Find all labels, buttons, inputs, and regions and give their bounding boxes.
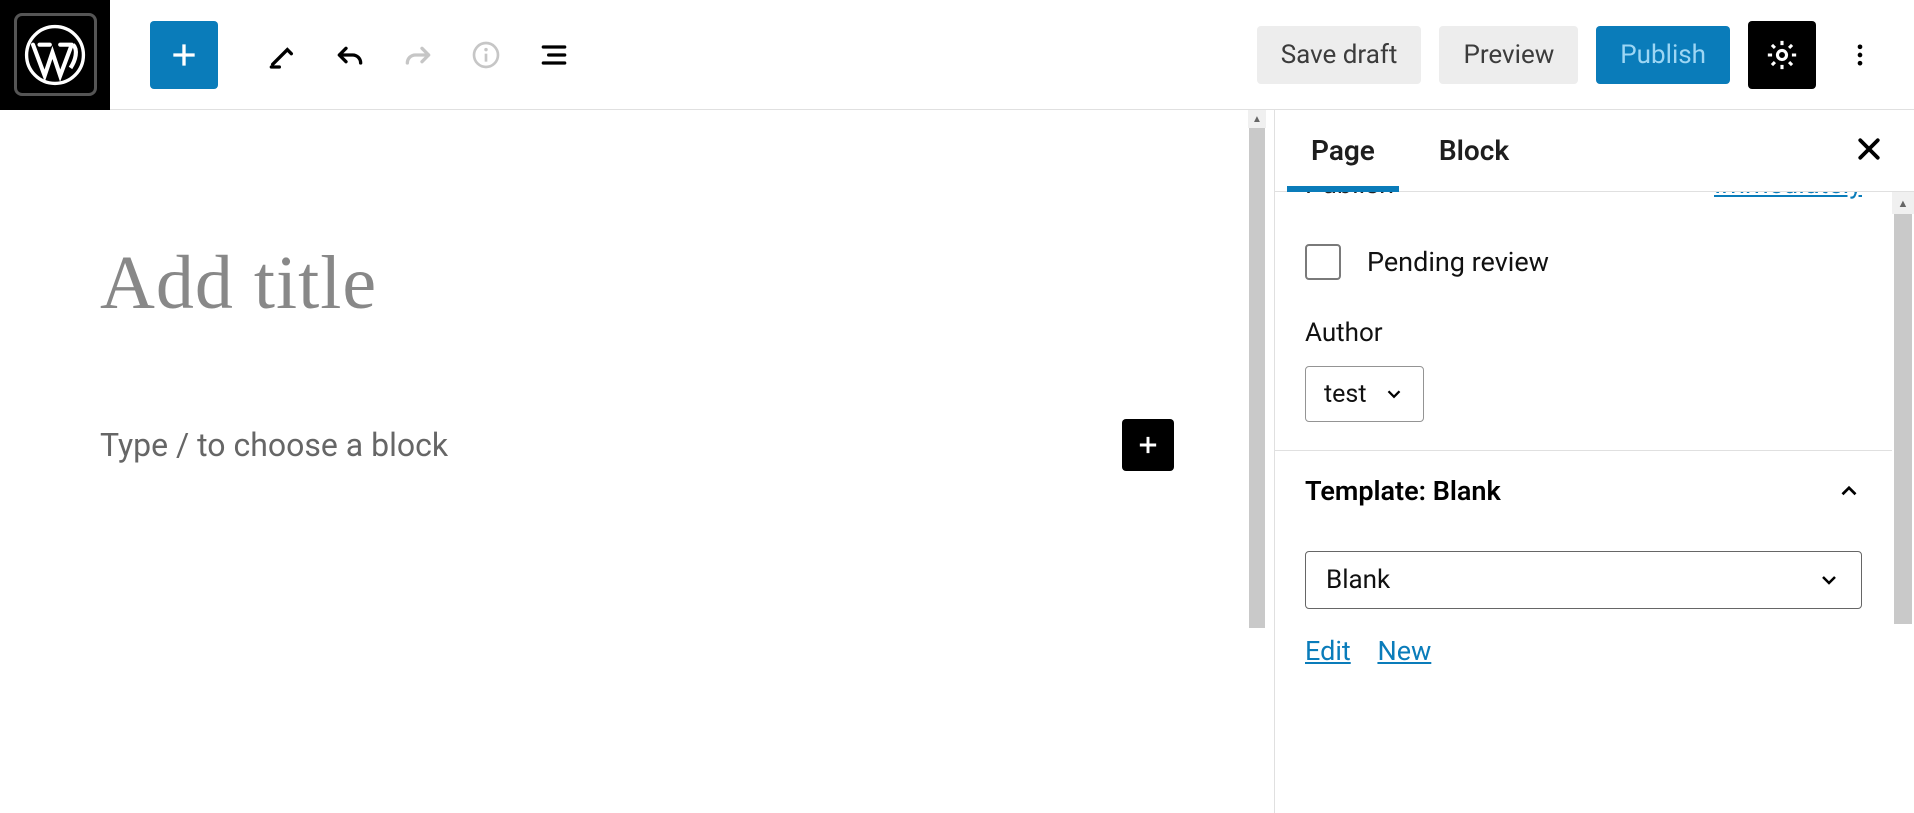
outline-button[interactable]: [520, 21, 588, 89]
chevron-up-icon: [1836, 478, 1862, 504]
preview-button[interactable]: Preview: [1439, 26, 1578, 84]
gear-icon: [1765, 38, 1799, 72]
editor-canvas: Add title Type / to choose a block ▲: [0, 110, 1274, 813]
wordpress-logo[interactable]: [0, 0, 110, 110]
wordpress-icon: [24, 24, 86, 86]
info-icon: [470, 39, 502, 71]
settings-panel: Page Block Publish Immediately Pending r…: [1274, 110, 1914, 813]
chevron-down-icon: [1817, 568, 1841, 592]
editor-scrollbar[interactable]: ▲: [1248, 110, 1266, 813]
pending-review-checkbox[interactable]: Pending review: [1305, 244, 1862, 280]
more-options-button[interactable]: [1834, 21, 1886, 89]
author-value: test: [1324, 380, 1367, 409]
tools-button[interactable]: [248, 21, 316, 89]
pending-review-label: Pending review: [1367, 246, 1549, 278]
plus-icon: [168, 39, 200, 71]
add-block-button[interactable]: [150, 21, 218, 89]
template-select[interactable]: Blank: [1305, 551, 1862, 609]
kebab-icon: [1846, 41, 1874, 69]
chevron-down-icon: [1383, 383, 1405, 405]
block-placeholder[interactable]: Type / to choose a block: [100, 426, 1122, 464]
close-panel-button[interactable]: [1854, 134, 1884, 168]
template-new-link[interactable]: New: [1377, 635, 1431, 667]
checkbox-icon: [1305, 244, 1341, 280]
redo-button[interactable]: [384, 21, 452, 89]
template-edit-link[interactable]: Edit: [1305, 635, 1351, 667]
save-draft-button[interactable]: Save draft: [1257, 26, 1422, 84]
undo-button[interactable]: [316, 21, 384, 89]
details-button[interactable]: [452, 21, 520, 89]
publish-label: Publish: [1305, 192, 1394, 200]
panel-scrollbar[interactable]: ▲: [1892, 192, 1914, 813]
undo-icon: [334, 39, 366, 71]
author-select[interactable]: test: [1305, 366, 1424, 422]
tab-block[interactable]: Block: [1433, 110, 1515, 192]
template-value: Blank: [1326, 565, 1390, 595]
outline-icon: [538, 39, 570, 71]
post-title-input[interactable]: Add title: [100, 240, 1174, 327]
settings-button[interactable]: [1748, 21, 1816, 89]
publish-button[interactable]: Publish: [1596, 26, 1730, 84]
plus-icon: [1134, 431, 1162, 459]
template-section-toggle[interactable]: Template: Blank: [1275, 451, 1892, 531]
redo-icon: [402, 39, 434, 71]
author-label: Author: [1305, 318, 1862, 348]
publish-schedule-row[interactable]: Publish Immediately: [1275, 192, 1892, 216]
add-block-inline-button[interactable]: [1122, 419, 1174, 471]
template-section-label: Template: Blank: [1305, 475, 1501, 507]
pencil-icon: [266, 39, 298, 71]
tab-page[interactable]: Page: [1305, 110, 1381, 192]
publish-value-link[interactable]: Immediately: [1714, 192, 1862, 200]
close-icon: [1854, 134, 1884, 164]
